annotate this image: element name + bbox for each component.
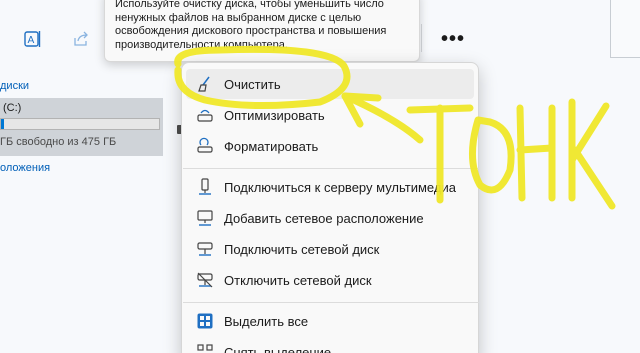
menu-item-label: Снять выделение xyxy=(224,345,332,353)
menu-item-add-network-location[interactable]: Добавить сетевое расположение xyxy=(186,203,474,233)
details-pane-edge xyxy=(610,0,640,58)
tooltip-line: Используйте очистку диска, чтобы уменьши… xyxy=(115,0,384,10)
menu-item-label: Оптимизировать xyxy=(224,108,325,123)
drive-c-tile[interactable]: (C:) ГБ свободно из 475 ГБ xyxy=(0,98,163,156)
menu-item-disconnect-network-drive[interactable]: Отключить сетевой диск xyxy=(186,265,474,295)
context-menu: Очистить Оптимизировать Форматировать По… xyxy=(181,62,479,353)
share-icon xyxy=(74,31,88,46)
rename-button[interactable]: A xyxy=(20,26,46,52)
network-locations-heading[interactable]: оложения xyxy=(0,162,50,174)
menu-item-label: Подключиться к серверу мультимедиа xyxy=(224,180,456,195)
more-options-button[interactable]: ••• xyxy=(438,24,468,54)
select-all-icon xyxy=(196,312,214,330)
drive-free-space: ГБ свободно из 475 ГБ xyxy=(0,136,117,148)
share-button[interactable] xyxy=(68,26,94,52)
menu-item-select-all[interactable]: Выделить все xyxy=(186,306,474,336)
menu-item-label: Добавить сетевое расположение xyxy=(224,211,424,226)
map-network-drive-icon xyxy=(196,240,214,258)
tooltip-line: ненужных файлов на выбранном диске с цел… xyxy=(115,11,362,24)
menu-item-cleanup[interactable]: Очистить xyxy=(186,69,474,99)
menu-item-label: Очистить xyxy=(224,77,281,92)
format-drive-icon xyxy=(196,137,214,155)
disconnect-network-drive-icon xyxy=(196,271,214,289)
menu-item-select-none[interactable]: Снять выделение xyxy=(186,337,474,353)
disk-cleanup-tooltip: Используйте очистку диска, чтобы уменьши… xyxy=(104,0,420,62)
menu-item-label: Выделить все xyxy=(224,314,309,329)
menu-separator xyxy=(183,302,479,303)
menu-item-label: Отключить сетевой диск xyxy=(224,273,372,288)
drive-usage-fill xyxy=(1,119,5,129)
drive-usage-bar xyxy=(0,118,160,130)
network-location-icon xyxy=(196,209,214,227)
drive-name: (C:) xyxy=(3,102,22,114)
devices-heading[interactable]: диски xyxy=(0,80,29,92)
menu-item-label: Форматировать xyxy=(224,139,319,154)
menu-item-label: Подключить сетевой диск xyxy=(224,242,380,257)
menu-separator xyxy=(183,168,479,169)
menu-item-media-server[interactable]: Подключиться к серверу мультимедиа xyxy=(186,172,474,202)
rename-icon: A xyxy=(24,31,41,47)
media-server-icon xyxy=(196,178,214,196)
menu-item-optimize[interactable]: Оптимизировать xyxy=(186,100,474,130)
menu-item-format[interactable]: Форматировать xyxy=(186,131,474,161)
svg-text:A: A xyxy=(28,35,35,46)
select-none-icon xyxy=(196,343,214,353)
menu-item-map-network-drive[interactable]: Подключить сетевой диск xyxy=(186,234,474,264)
toolbar-separator xyxy=(421,24,422,52)
navigation-pane: диски (C:) ГБ свободно из 475 ГБ оложени… xyxy=(0,78,175,353)
tooltip-line: освобождения дискового пространства и по… xyxy=(115,25,387,38)
disk-cleanup-icon xyxy=(196,75,214,93)
tooltip-line: производительности компьютера. xyxy=(115,38,288,51)
optimize-drive-icon xyxy=(196,106,214,124)
